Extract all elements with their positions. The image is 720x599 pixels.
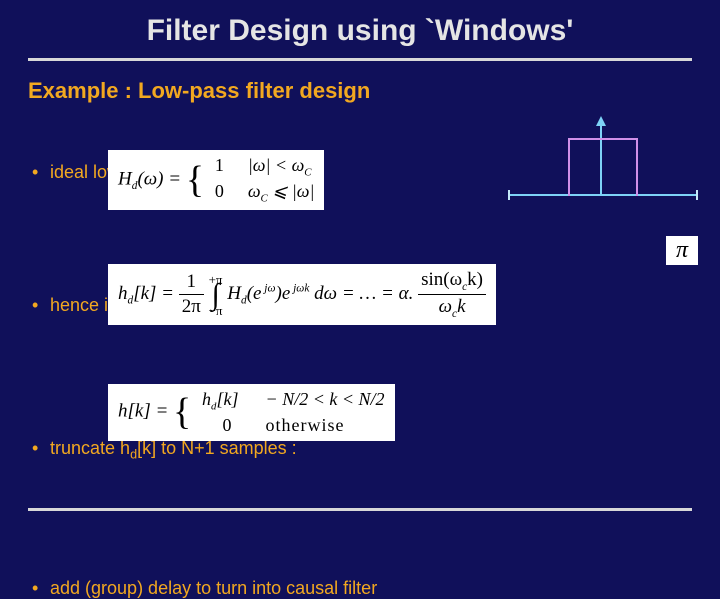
bullet-3-pre: truncate h <box>50 438 130 458</box>
eq-text: h <box>202 389 211 409</box>
eq-text: 0 <box>202 414 252 437</box>
magnitude-plot <box>508 118 698 218</box>
equation-hd-omega: Hd(ω) = { 1 |ω| < ωC 0 ωC ⩽ |ω| <box>108 150 324 210</box>
eq-text: − N/2 < k < N/2 <box>266 389 385 409</box>
eq-text: 0 <box>215 180 239 203</box>
eq-text: h[k] = <box>118 401 168 422</box>
eq-text: [k] <box>216 389 238 409</box>
eq-text: ω <box>248 181 261 201</box>
plot-passband <box>568 138 638 196</box>
eq-text: |ω| < ω <box>248 155 304 175</box>
divider-top <box>28 58 692 61</box>
equation-hd-k: hd[k] = 12π +π ∫ −π Hd(e jω)e jωk dω = …… <box>108 264 496 325</box>
eq-text: H <box>118 168 132 189</box>
eq-text: dω = … = α. <box>314 283 413 304</box>
equation-h-k: h[k] = { hd[k] − N/2 < k < N/2 0 otherwi… <box>108 384 395 441</box>
integral-icon: +π ∫ −π <box>209 273 223 317</box>
eq-text: ω <box>439 296 452 317</box>
eq-text: C <box>304 167 311 179</box>
divider-bottom <box>28 508 692 511</box>
eq-text: 1 <box>179 270 204 295</box>
example-heading: Example : Low-pass filter design <box>28 78 692 104</box>
pi-label: π <box>666 236 698 265</box>
eq-text: jωk <box>290 283 309 295</box>
eq-text: h <box>118 283 128 304</box>
eq-text: (e <box>247 283 262 304</box>
list-item: truncate hd[k] to N+1 samples : <box>28 438 692 462</box>
plot-tick <box>696 190 698 200</box>
eq-text: 2π <box>179 295 204 319</box>
eq-text: k <box>457 296 465 317</box>
content: Example : Low-pass filter design ideal l… <box>28 78 692 500</box>
eq-text: ⩽ |ω| <box>268 181 315 201</box>
eq-text: otherwise <box>266 415 345 435</box>
eq-text: C <box>261 193 268 205</box>
eq-text: k) <box>467 269 483 290</box>
eq-text: jω <box>261 283 275 295</box>
page-title: Filter Design using `Windows' <box>0 0 720 54</box>
eq-text: (ω) = <box>137 168 181 189</box>
plot-tick <box>508 190 510 200</box>
bullet-3-post: [k] to N+1 samples : <box>137 438 297 458</box>
list-item: add (group) delay to turn into causal fi… <box>28 578 692 599</box>
arrow-up-icon <box>596 116 606 126</box>
eq-text: −π <box>209 304 223 317</box>
eq-text: [k] = <box>133 283 174 304</box>
eq-text: sin(ω <box>421 269 462 290</box>
eq-text: H <box>227 283 241 304</box>
eq-text: 1 <box>215 154 239 177</box>
